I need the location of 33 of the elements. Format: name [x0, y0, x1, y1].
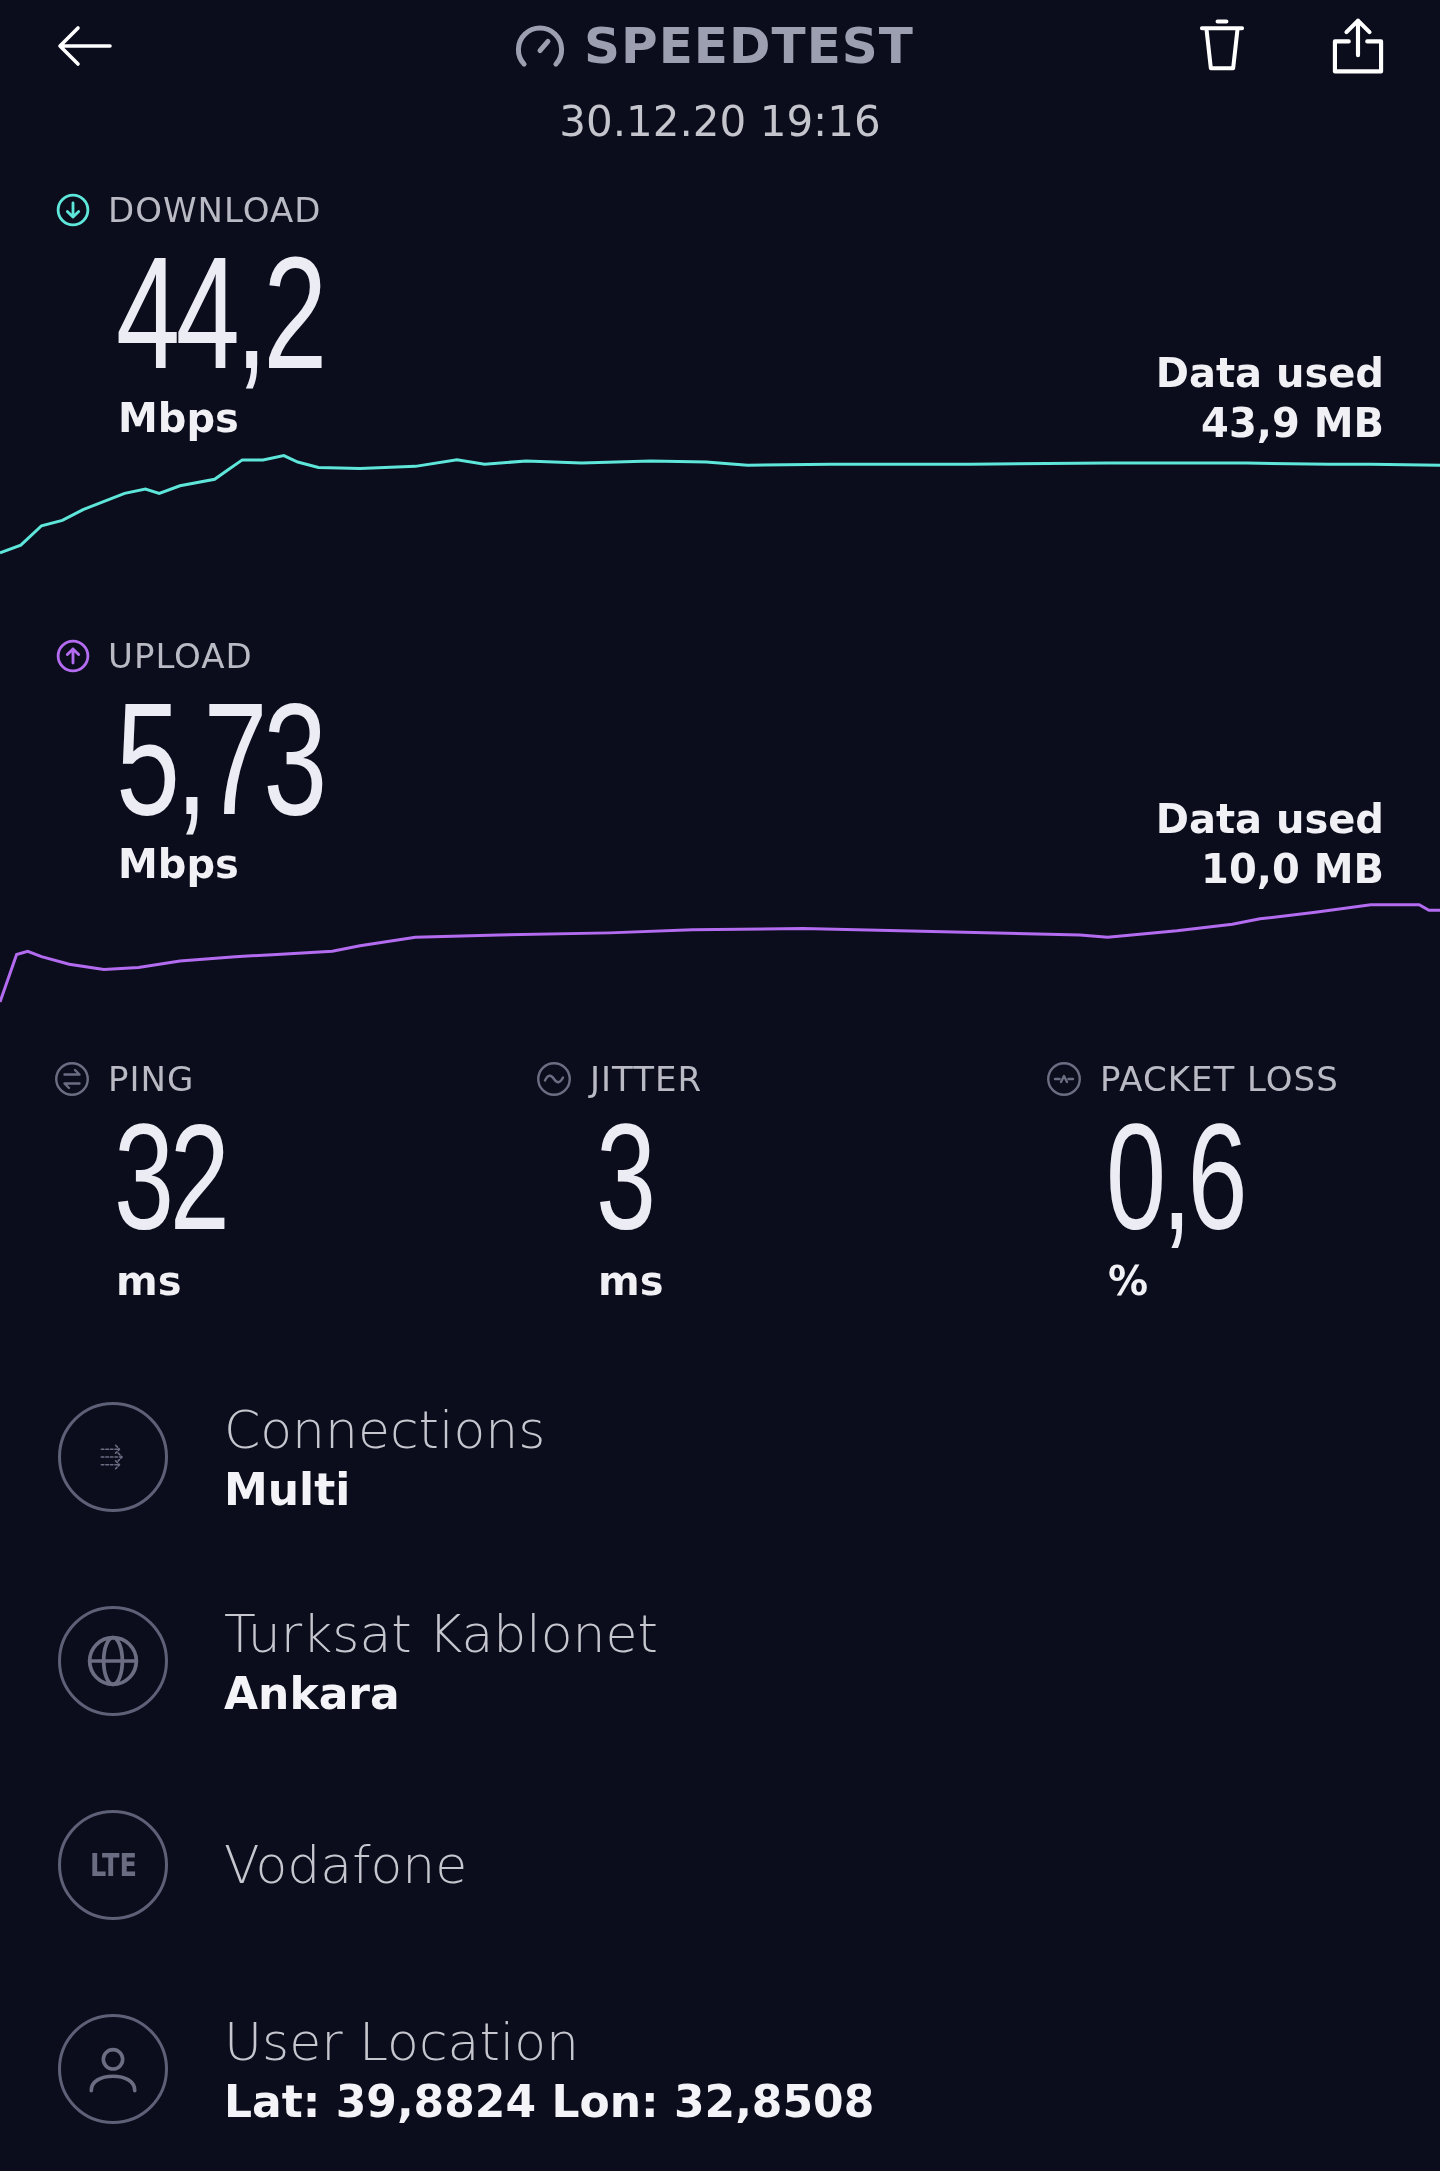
- speed-value: 44,2: [116, 237, 323, 388]
- globe-icon: [85, 1633, 141, 1689]
- test-timestamp: 30.12.20 19:16: [559, 95, 881, 148]
- metric-label: JITTER: [590, 1059, 703, 1099]
- metric-value: 3: [596, 1107, 652, 1247]
- metric-label: PING: [108, 1059, 195, 1099]
- detail-value: Lat: 39,8824 Lon: 32,8508: [224, 2075, 875, 2127]
- metric-label: UPLOAD: [108, 636, 253, 677]
- data-used-label: Data used: [1155, 795, 1384, 845]
- unit-label: ms: [116, 1257, 183, 1306]
- wave-icon: [536, 1061, 572, 1097]
- detail-value: Multi: [224, 1463, 352, 1515]
- detail-value: Ankara: [224, 1667, 401, 1719]
- unit-label: ms: [598, 1257, 665, 1306]
- unit-label: %: [1108, 1257, 1150, 1306]
- app-title: SPEEDTEST: [584, 16, 914, 75]
- detail-title: Connections: [224, 1399, 546, 1460]
- unit-label: Mbps: [118, 393, 240, 443]
- detail-title: User Location: [224, 2011, 580, 2072]
- metric-label: PACKET LOSS: [1100, 1059, 1339, 1099]
- data-used-label: Data used: [1155, 348, 1384, 398]
- detail-title: Vodafone: [224, 1835, 468, 1895]
- metric-value: 32: [114, 1107, 227, 1247]
- detail-title: Turksat Kablonet: [224, 1603, 658, 1664]
- ping-arrows-icon: [54, 1061, 90, 1097]
- data-used-value: 43,9 MB: [1201, 398, 1384, 448]
- network-type-label: LTE: [89, 1846, 137, 1884]
- packet-loss-icon: [1046, 1061, 1082, 1097]
- metric-value: 0,6: [1106, 1107, 1245, 1247]
- unit-label: Mbps: [118, 840, 240, 890]
- data-used-value: 10,0 MB: [1201, 845, 1384, 895]
- speed-value: 5,73: [116, 684, 323, 835]
- metric-label: DOWNLOAD: [108, 189, 322, 230]
